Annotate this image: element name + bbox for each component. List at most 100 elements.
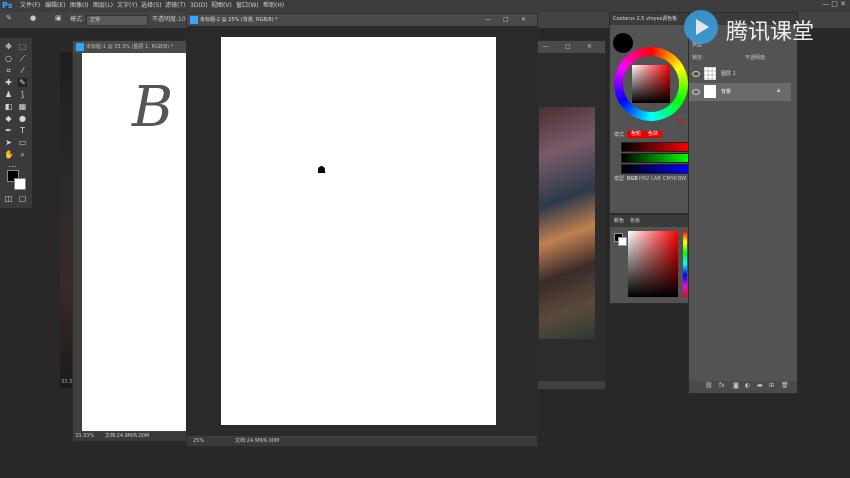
shape-tool-icon[interactable]: ▭ [18,138,27,147]
document-2-tab[interactable]: 未标题-2 @ 25% (背景, RGB/8) * — □ ✕ [187,14,537,26]
layer-thumbnail [704,85,716,98]
quick-mask-icon[interactable]: ◫ [4,194,13,203]
mode-select[interactable]: 正常 [86,15,148,26]
layer-row[interactable]: 背景 🔒︎ [689,83,791,101]
type-tool-icon[interactable]: T [18,126,27,135]
blur-tool-icon[interactable]: ◆ [4,114,13,123]
menu-image[interactable]: 图像(I) [70,3,88,9]
mode-button-swatch[interactable]: 色块 [644,131,663,138]
lasso-tool-icon[interactable]: ○ [4,54,13,63]
window-controls[interactable]: — □ ✕ [822,1,846,8]
document-1-tab[interactable]: 未标题-1 @ 33.3% (图层 1, RGB/8) * [73,41,187,53]
quick-select-icon[interactable]: ⟋ [18,54,27,63]
artwork-image [539,107,595,339]
hue-slider[interactable] [683,231,687,297]
close-icon[interactable]: ✕ [587,44,592,50]
canvas-2[interactable]: ☗ [221,37,496,425]
clone-stamp-icon[interactable]: ♟ [4,90,13,99]
layer-row[interactable]: 图层 1 [689,65,791,83]
zoom-tool-icon[interactable]: ⌕ [18,150,27,159]
document-3-tab[interactable]: — □ ✕ [537,41,605,53]
eraser-tool-icon[interactable]: ◧ [4,102,13,111]
coolorus-tab[interactable]: Coolorus 2.5 vinyes调色板 [610,13,689,25]
saturation-brightness-square[interactable] [632,65,670,103]
new-layer-icon[interactable]: ⊞ [769,383,774,389]
marquee-tool-icon[interactable]: ⬚ [18,42,27,51]
current-color-swatch[interactable] [613,33,633,53]
healing-brush-icon[interactable]: ✚ [4,78,13,87]
document-window-1[interactable]: 未标题-1 @ 33.3% (图层 1, RGB/8) * B 33.33% 文… [72,40,188,442]
layer-style-icon[interactable]: fx [719,383,725,389]
color-picker-field[interactable] [628,231,678,297]
layer-name[interactable]: 图层 1 [721,72,736,77]
model-tab-rgb[interactable]: RGB [627,177,638,182]
doc1-zoom[interactable]: 33.33% [75,434,94,439]
menu-view[interactable]: 视图(V) [211,3,232,9]
lock-label: 锁定: [692,55,704,61]
screen-mode-icon[interactable]: ▢ [18,194,27,203]
pen-tool-icon[interactable]: ✒ [4,126,13,135]
restore-icon[interactable]: □ [503,17,509,23]
brush-cursor-icon: ☗ [317,165,326,176]
doc1-title: 未标题-1 @ 33.3% (图层 1, RGB/8) * [86,44,174,50]
doc1-file-info: 文档:24.9M/6.00M [105,433,150,439]
brush-tool-icon[interactable]: ✎ [6,15,12,22]
minimize-icon[interactable]: — [543,44,549,50]
menu-edit[interactable]: 编辑(E) [45,3,65,9]
document-window-2[interactable]: 未标题-2 @ 25% (背景, RGB/8) * — □ ✕ ☗ 25% 文档… [186,13,538,447]
path-select-icon[interactable]: ➤ [4,138,13,147]
brush-panel-icon[interactable]: ▣ [55,15,62,22]
eyedropper-tool-icon[interactable]: ⁄ [18,66,27,75]
adjustment-layer-icon[interactable]: ◐ [745,383,750,389]
menu-filter[interactable]: 滤镜(T) [165,3,185,9]
brush-preset-icon[interactable]: ● [30,15,36,22]
new-group-icon[interactable]: ▬ [757,383,763,389]
minimize-icon[interactable]: — [485,17,491,23]
crop-tool-icon[interactable]: ⌗ [4,66,13,75]
menu-type[interactable]: 文字(Y) [117,3,137,9]
layer-name[interactable]: 背景 [721,90,731,95]
menu-select[interactable]: 选择(S) [141,3,162,9]
photoshop-logo: Ps [2,1,13,10]
menu-layer[interactable]: 图层(L) [93,3,113,9]
model-tab-cmyk[interactable]: CMYK [663,177,677,182]
menu-bar: Ps 文件(F) 编辑(E) 图像(I) 图层(L) 文字(Y) 选择(S) 滤… [0,0,850,12]
close-icon[interactable]: ✕ [521,17,526,23]
move-tool-icon[interactable]: ✥ [4,42,13,51]
gradient-tool-icon[interactable]: ▦ [18,102,27,111]
tab-color[interactable]: 颜色 [614,219,624,224]
mode-button-wheel[interactable]: 色轮 [627,131,646,138]
background-color-swatch[interactable] [14,178,26,190]
opacity-label: 不透明度: [152,16,179,23]
add-mask-icon[interactable]: ◙ [733,383,739,389]
mode-label: 模式: [70,16,85,23]
visibility-eye-icon[interactable] [692,71,700,77]
tab-swatches[interactable]: 色板 [630,219,640,224]
bg-color-chip[interactable] [618,237,627,246]
delete-layer-icon[interactable]: 🗑︎ [781,383,789,389]
sketch-letter: B [132,75,174,140]
menu-help[interactable]: 帮助(H) [263,3,284,9]
mode-value: 正常 [90,17,101,23]
document-window-3[interactable]: — □ ✕ [536,40,606,390]
restore-icon[interactable]: □ [565,44,571,50]
visibility-eye-icon[interactable] [692,89,700,95]
menu-3d[interactable]: 3D(D) [190,3,208,9]
dodge-tool-icon[interactable]: ● [18,114,27,123]
model-tab-bw[interactable]: BW [678,177,686,182]
doc2-zoom[interactable]: 25% [193,439,204,444]
model-tab-lab[interactable]: LAB [651,177,661,182]
color-panel-tabs: 颜色 色板 [610,215,689,227]
menu-file[interactable]: 文件(F) [20,3,40,9]
history-brush-icon[interactable]: ⟆ [18,90,27,99]
menu-window[interactable]: 窗口(W) [236,3,259,9]
canvas-1[interactable]: B [82,53,186,431]
model-tab-hsv[interactable]: HSV [639,177,649,182]
color-wheel[interactable] [614,47,688,121]
hand-tool-icon[interactable]: ✋ [4,150,14,159]
link-layers-icon[interactable]: ⛓︎ [705,383,713,389]
doc3-zoom: 33.3 [61,379,73,385]
brush-tool-icon[interactable]: ✎ [18,78,27,87]
opacity-label: 不透明度: [745,55,767,61]
more-tools-icon[interactable]: … [8,160,17,169]
